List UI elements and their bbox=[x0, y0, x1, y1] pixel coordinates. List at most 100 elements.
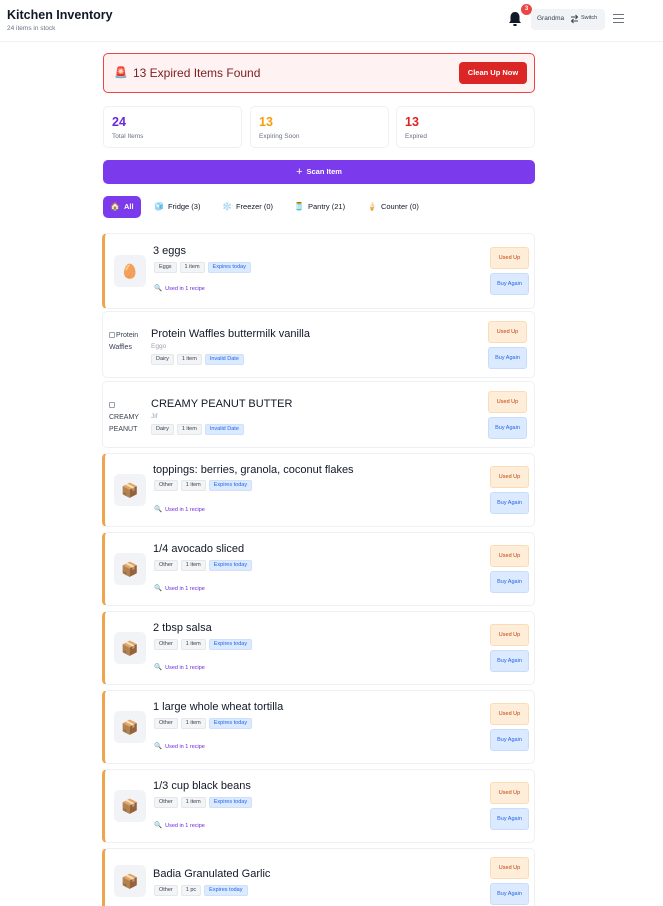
tab-freezer[interactable]: ❄️ Freezer (0) bbox=[215, 196, 280, 218]
quantity-tag: 1 item bbox=[180, 639, 206, 650]
item-tags: Other 1 pc Expires today bbox=[154, 885, 251, 903]
expiry-tag: Expires today bbox=[207, 262, 251, 273]
used-up-button[interactable]: Used Up bbox=[488, 321, 527, 343]
expiry-tag: Expires today bbox=[204, 885, 248, 896]
stat-label: Total Items bbox=[112, 133, 144, 140]
search-icon: 🔍 bbox=[154, 822, 163, 829]
inventory-item: 📦 Badia Granulated Garlic Other 1 pc Expir… bbox=[102, 848, 535, 906]
stat-value: 24 bbox=[112, 115, 126, 129]
tab-label: All bbox=[123, 202, 134, 211]
buy-again-button[interactable]: Buy Again bbox=[490, 571, 529, 593]
expiry-tag: Expires today bbox=[208, 639, 253, 650]
expiry-tag: Expires today bbox=[208, 480, 253, 491]
egg-icon: 🥚 bbox=[114, 255, 146, 287]
item-tags: Dairy 1 item Invalid Date bbox=[151, 354, 247, 372]
quantity-tag: 1 item bbox=[180, 797, 206, 808]
quantity-tag: 1 item bbox=[176, 354, 202, 365]
buy-again-button[interactable]: Buy Again bbox=[490, 808, 529, 830]
category-tag: Other bbox=[154, 480, 178, 491]
tab-counter[interactable]: 🍦 Counter (0) bbox=[360, 196, 426, 218]
tab-label: Counter (0) bbox=[380, 202, 419, 211]
user-name: Grandma bbox=[537, 15, 565, 22]
recipe-link[interactable]: 🔍 Used in 1 recipe bbox=[154, 742, 205, 750]
item-name: 2 tbsp salsa bbox=[153, 622, 212, 634]
used-up-button[interactable]: Used Up bbox=[490, 782, 529, 804]
category-tag: Other bbox=[154, 639, 178, 650]
used-up-button[interactable]: Used Up bbox=[490, 703, 529, 725]
ice-cube-icon: 🧊 bbox=[154, 202, 164, 211]
used-up-button[interactable]: Used Up bbox=[490, 247, 529, 269]
item-tags: Eggs 1 item Expires today bbox=[154, 262, 254, 280]
stat-expired: 13 Expired bbox=[396, 106, 535, 148]
used-up-button[interactable]: Used Up bbox=[490, 624, 529, 646]
recipe-link[interactable]: 🔍 Used in 1 recipe bbox=[154, 284, 205, 292]
item-tags: Other 1 item Expires today bbox=[154, 797, 255, 815]
menu-icon[interactable] bbox=[613, 14, 624, 24]
item-tags: Other 1 item Expires today bbox=[154, 480, 255, 498]
package-icon: 📦 bbox=[114, 474, 146, 506]
used-up-button[interactable]: Used Up bbox=[490, 857, 529, 879]
stat-expiring-soon: 13 Expiring Soon bbox=[250, 106, 389, 148]
alert-text: 13 Expired Items Found bbox=[133, 66, 261, 80]
inventory-item: 🥚 3 eggs Eggs 1 item Expires today 🔍 Used i… bbox=[102, 233, 535, 309]
buy-again-button[interactable]: Buy Again bbox=[490, 883, 529, 905]
category-tag: Other bbox=[154, 560, 178, 571]
tab-fridge[interactable]: 🧊 Fridge (3) bbox=[147, 196, 207, 218]
used-up-button[interactable]: Used Up bbox=[488, 391, 527, 413]
stat-value: 13 bbox=[259, 115, 273, 129]
buy-again-button[interactable]: Buy Again bbox=[490, 729, 529, 751]
item-brand: Eggo bbox=[151, 343, 167, 350]
expired-alert: 🚨 13 Expired Items Found Clean Up Now bbox=[103, 53, 535, 93]
buy-again-button[interactable]: Buy Again bbox=[490, 650, 529, 672]
clean-up-button[interactable]: Clean Up Now bbox=[459, 62, 527, 84]
date-tag: Invalid Date bbox=[204, 424, 244, 435]
item-image: CREAMY PEANUT bbox=[109, 400, 145, 436]
used-up-button[interactable]: Used Up bbox=[490, 545, 529, 567]
package-icon: 📦 bbox=[114, 553, 146, 585]
house-icon: 🏠 bbox=[110, 202, 120, 211]
item-name: 3 eggs bbox=[153, 245, 187, 257]
siren-icon: 🚨 bbox=[114, 67, 128, 79]
package-icon: 📦 bbox=[114, 865, 146, 897]
item-name: 1 large whole wheat tortilla bbox=[153, 701, 284, 713]
recipe-link[interactable]: 🔍 Used in 1 recipe bbox=[154, 663, 205, 671]
scan-item-button[interactable]: + Scan Item bbox=[103, 160, 535, 184]
inventory-item: 📦 1 large whole wheat tortilla Other 1 it… bbox=[102, 690, 535, 764]
jar-icon: 🫙 bbox=[294, 202, 304, 211]
buy-again-button[interactable]: Buy Again bbox=[488, 417, 527, 439]
recipe-link[interactable]: 🔍 Used in 1 recipe bbox=[154, 584, 205, 592]
buy-again-button[interactable]: Buy Again bbox=[490, 273, 529, 295]
user-switch-button[interactable]: Grandma Switch bbox=[531, 9, 605, 30]
stat-label: Expiring Soon bbox=[259, 133, 300, 140]
stat-label: Expired bbox=[405, 133, 428, 140]
recipe-link[interactable]: 🔍 Used in 1 recipe bbox=[154, 821, 205, 829]
scan-label: Scan Item bbox=[306, 167, 342, 176]
buy-again-button[interactable]: Buy Again bbox=[490, 492, 529, 514]
stat-total-items: 24 Total Items bbox=[103, 106, 242, 148]
ice-cream-icon: 🍦 bbox=[367, 202, 377, 211]
quantity-tag: 1 pc bbox=[180, 885, 202, 896]
bell-icon[interactable] bbox=[507, 10, 523, 28]
item-brand: Jif bbox=[151, 413, 158, 420]
item-image: Protein Waffles bbox=[109, 332, 139, 351]
buy-again-button[interactable]: Buy Again bbox=[488, 347, 527, 369]
item-name: toppings: berries, granola, coconut flak… bbox=[153, 464, 354, 476]
expiry-tag: Expires today bbox=[208, 718, 253, 729]
quantity-tag: 1 item bbox=[180, 480, 206, 491]
search-icon: 🔍 bbox=[154, 506, 163, 513]
recipe-link[interactable]: 🔍 Used in 1 recipe bbox=[154, 505, 205, 513]
item-tags: Other 1 item Expires today bbox=[154, 560, 255, 578]
tab-pantry[interactable]: 🫙 Pantry (21) bbox=[287, 196, 352, 218]
search-icon: 🔍 bbox=[154, 664, 163, 671]
search-icon: 🔍 bbox=[154, 285, 163, 292]
inventory-item: 📦 1/4 avocado sliced Other 1 item Expires … bbox=[102, 532, 535, 606]
used-up-button[interactable]: Used Up bbox=[490, 466, 529, 488]
stat-value: 13 bbox=[405, 115, 419, 129]
item-name: 1/3 cup black beans bbox=[153, 780, 251, 792]
switch-label: Switch bbox=[581, 15, 598, 21]
broken-image-icon bbox=[109, 402, 115, 408]
package-icon: 📦 bbox=[114, 711, 146, 743]
date-tag: Invalid Date bbox=[204, 354, 244, 365]
quantity-tag: 1 item bbox=[180, 718, 206, 729]
tab-all[interactable]: 🏠 All bbox=[103, 196, 141, 218]
